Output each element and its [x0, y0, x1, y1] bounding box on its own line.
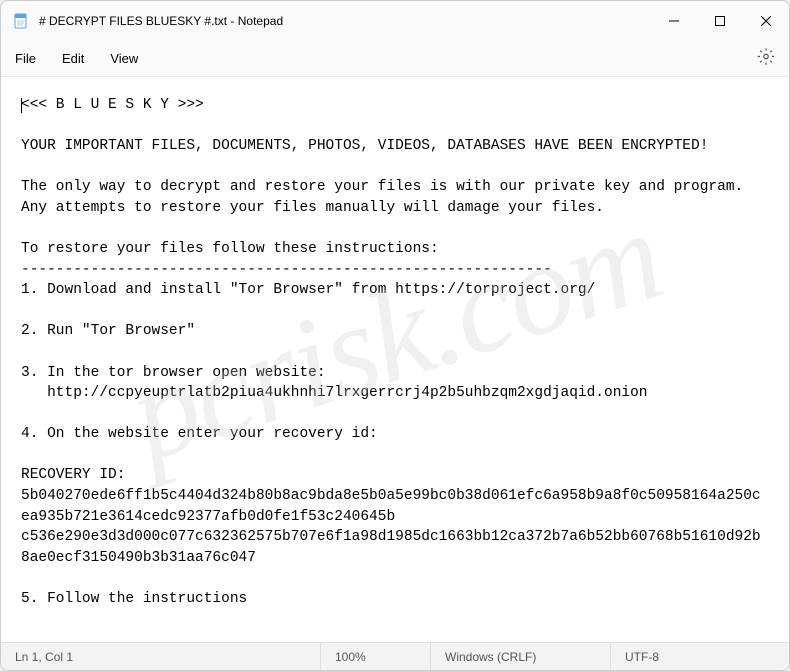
text-editor[interactable]: <<< B L U E S K Y >>> YOUR IMPORTANT FIL… [1, 77, 789, 642]
menubar: File Edit View [1, 41, 789, 77]
status-line-ending: Windows (CRLF) [431, 643, 611, 670]
titlebar-left: # DECRYPT FILES BLUESKY #.txt - Notepad [13, 13, 283, 29]
menu-file[interactable]: File [15, 51, 36, 66]
notepad-icon [13, 13, 29, 29]
menu-view[interactable]: View [110, 51, 138, 66]
notepad-window: # DECRYPT FILES BLUESKY #.txt - Notepad … [0, 0, 790, 671]
window-title: # DECRYPT FILES BLUESKY #.txt - Notepad [39, 14, 283, 28]
status-position: Ln 1, Col 1 [1, 643, 321, 670]
minimize-button[interactable] [651, 1, 697, 41]
settings-button[interactable] [757, 47, 775, 70]
status-zoom: 100% [321, 643, 431, 670]
menu-edit[interactable]: Edit [62, 51, 84, 66]
titlebar: # DECRYPT FILES BLUESKY #.txt - Notepad [1, 1, 789, 41]
maximize-button[interactable] [697, 1, 743, 41]
document-text: <<< B L U E S K Y >>> YOUR IMPORTANT FIL… [21, 97, 761, 607]
window-controls [651, 1, 789, 41]
statusbar: Ln 1, Col 1 100% Windows (CRLF) UTF-8 [1, 642, 789, 670]
status-encoding: UTF-8 [611, 643, 673, 670]
close-button[interactable] [743, 1, 789, 41]
